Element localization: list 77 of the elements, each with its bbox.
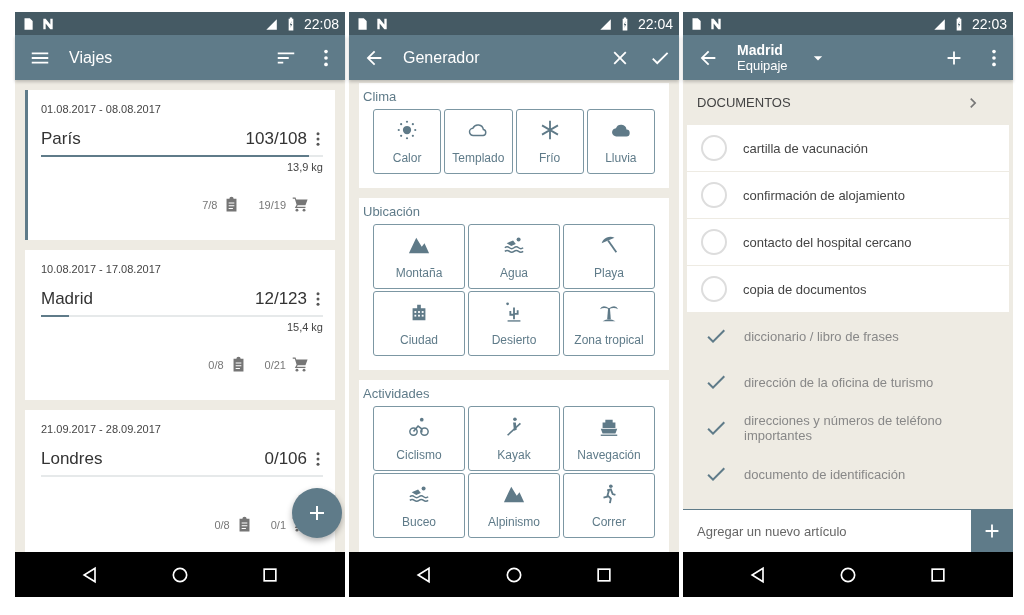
checklist-item[interactable]: dirección de la oficina de turismo [687, 359, 1009, 405]
trip-name: Londres [41, 449, 103, 469]
category-header[interactable]: DOCUMENTOS [683, 80, 1013, 125]
checklist-item[interactable]: confirmación de alojamiento [687, 172, 1009, 219]
list-count: 7/8 [202, 198, 218, 211]
trip-name: Madrid [41, 289, 93, 309]
cart-icon [292, 356, 309, 373]
item-label: dirección de la oficina de turismo [744, 374, 934, 390]
trip-card[interactable]: 01.08.2017 - 08.08.2017 París 103/108 13,9 kg 7/8 19/19 [25, 90, 335, 240]
option-button[interactable]: Frío [515, 109, 584, 174]
category-title: DOCUMENTOS [697, 95, 791, 110]
trip-card[interactable]: 10.08.2017 - 17.08.2017 Madrid 12/123 15,4 kg 0/8 0/21 [25, 250, 335, 400]
option-button[interactable]: Ciclismo [373, 406, 465, 471]
item-label: confirmación de alojamiento [743, 187, 905, 203]
trip-dates: 21.09.2017 - 28.09.2017 [41, 423, 162, 435]
new-item-field[interactable]: Agregar un nuevo artículo [683, 510, 971, 552]
checklist-item[interactable]: contacto del hospital cercano [687, 219, 1009, 266]
checklist-item[interactable]: diccionario / libro de frases [687, 313, 1009, 359]
app-title: Viajes [69, 48, 113, 67]
shopping-count: 0/21 [264, 358, 286, 371]
option-button[interactable]: Playa [563, 224, 655, 289]
option-button[interactable]: Zona tropical [563, 291, 655, 356]
item-count: 103/108 [245, 129, 307, 149]
option-button[interactable]: Kayak [468, 406, 560, 471]
notification-icon [41, 16, 55, 31]
checklist-item[interactable]: documento de identificación [687, 451, 1009, 497]
option-button[interactable]: Navegación [563, 406, 655, 471]
section-title: Actividades [363, 386, 431, 401]
option-button[interactable]: Montaña [373, 224, 465, 289]
item-count: 12/123 [255, 289, 307, 309]
item-label: direcciones y números de teléfono importantes [744, 413, 943, 443]
checklist-item[interactable]: direcciones y números de teléfono importantes [687, 405, 1009, 451]
item-label: copia de documentos [743, 281, 867, 297]
checkbox[interactable] [701, 276, 727, 302]
app-title: Generador [403, 48, 480, 67]
item-label: cartilla de vacunación [743, 140, 869, 156]
item-label: diccionario / libro de frases [744, 328, 899, 344]
shopping-count: 19/19 [258, 198, 286, 211]
notification-icon [375, 16, 389, 31]
status-time: 22:04 [637, 15, 673, 32]
section-title: Clima [363, 89, 398, 104]
trip-card[interactable]: 21.09.2017 - 28.09.2017 Londres 0/106 0/8 0/1 [25, 410, 335, 552]
app-title: Madrid [737, 42, 784, 58]
list-count: 0/8 [208, 358, 224, 371]
add-button[interactable] [971, 510, 1013, 552]
trip-name: París [41, 129, 81, 149]
checkbox[interactable] [701, 229, 727, 255]
option-button[interactable]: Lluvia [586, 109, 655, 174]
item-label: documento de identificación [744, 466, 906, 482]
app-subtitle: Equipaje [737, 58, 788, 73]
option-button[interactable]: Ciudad [373, 291, 465, 356]
cart-icon [292, 196, 309, 213]
option-button[interactable]: Alpinismo [468, 473, 560, 538]
checkbox[interactable] [701, 182, 727, 208]
bicycle-icon [408, 415, 430, 438]
option-button[interactable]: Calor [373, 109, 442, 174]
status-time: 22:08 [303, 15, 339, 32]
option-button[interactable]: Buceo [373, 473, 465, 538]
option-button[interactable]: Correr [563, 473, 655, 538]
option-button[interactable]: Agua [468, 224, 560, 289]
shopping-count: 0/1 [270, 518, 286, 531]
item-count: 0/106 [264, 449, 307, 469]
checklist-item[interactable]: cartilla de vacunación [687, 125, 1009, 172]
list-count: 0/8 [214, 518, 230, 531]
trip-dates: 10.08.2017 - 17.08.2017 [41, 263, 162, 275]
notification-icon [709, 16, 723, 31]
status-time: 22:03 [971, 15, 1007, 32]
section-title: Ubicación [363, 204, 422, 219]
checkbox[interactable] [701, 135, 727, 161]
trip-weight: 15,4 kg [286, 321, 323, 335]
item-label: contacto del hospital cercano [743, 234, 912, 250]
trip-dates: 01.08.2017 - 08.08.2017 [41, 103, 162, 115]
option-button[interactable]: Desierto [468, 291, 560, 356]
checklist-item[interactable]: copia de documentos [687, 266, 1009, 313]
trip-weight: 13,9 kg [286, 161, 323, 175]
option-button[interactable]: Templado [444, 109, 513, 174]
sun-icon [396, 118, 419, 141]
